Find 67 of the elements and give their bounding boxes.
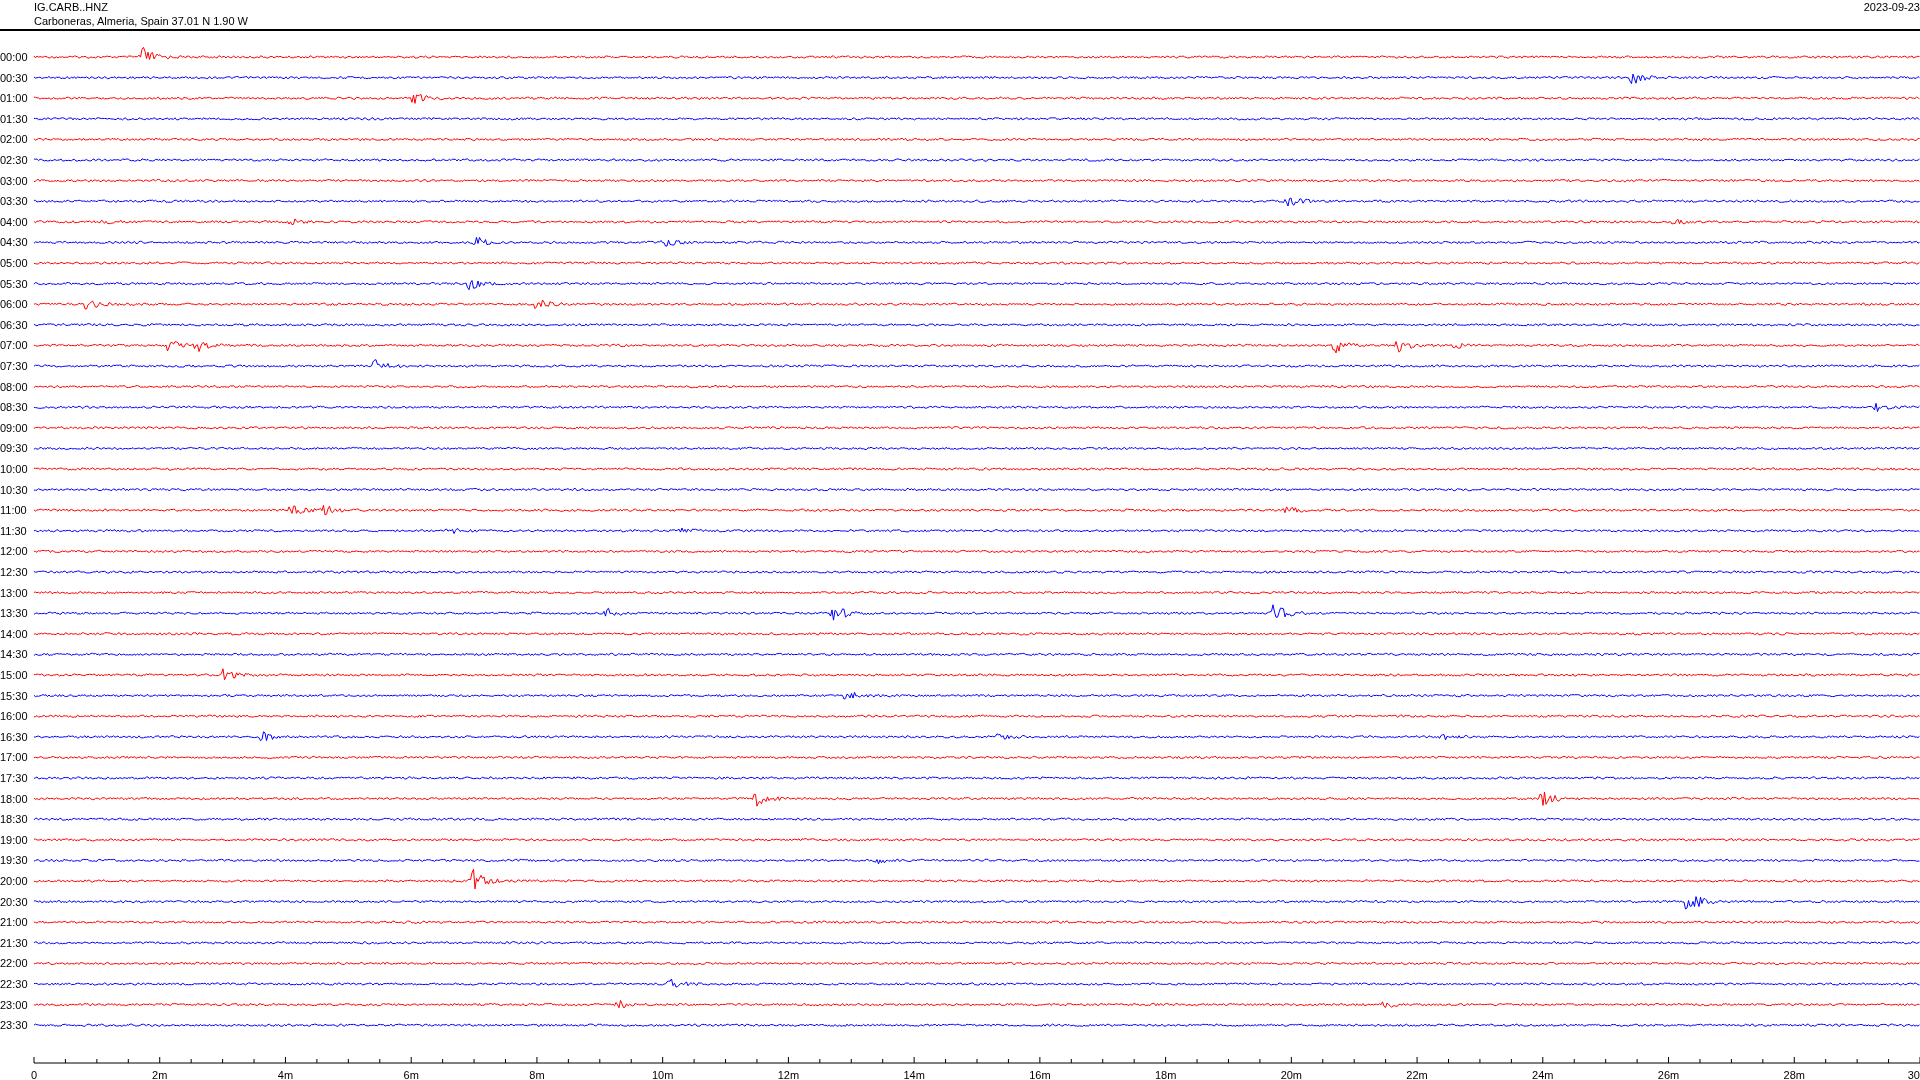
axis-label: 18m xyxy=(1154,1069,1177,1080)
time-label: 13:00 xyxy=(0,586,28,599)
axis-label: 6m xyxy=(403,1069,419,1080)
time-label: 12:00 xyxy=(0,545,28,558)
time-label: 22:00 xyxy=(0,957,28,970)
time-label: 05:30 xyxy=(0,277,28,290)
time-label: 20:30 xyxy=(0,895,28,908)
time-label: 15:30 xyxy=(0,689,28,702)
time-label: 11:00 xyxy=(0,504,27,517)
time-label: 15:00 xyxy=(0,669,28,681)
recording-date: 2023-09-23 xyxy=(1863,0,1920,15)
time-label: 05:00 xyxy=(0,257,28,269)
axis-label: 30 xyxy=(1907,1069,1920,1080)
time-label: 16:00 xyxy=(0,710,28,723)
time-label: 10:30 xyxy=(0,483,28,496)
time-label: 09:00 xyxy=(0,421,28,434)
time-label: 06:30 xyxy=(0,318,28,331)
axis-label: 10m xyxy=(651,1069,674,1080)
station-code: IG.CARB..HNZ xyxy=(34,0,109,14)
time-label: 09:30 xyxy=(0,442,28,455)
time-label: 19:30 xyxy=(0,854,28,867)
time-label: 14:00 xyxy=(0,627,28,640)
time-label: 07:30 xyxy=(0,360,28,372)
time-label: 10:00 xyxy=(0,463,28,475)
time-label: 06:00 xyxy=(0,298,28,311)
time-label: 01:30 xyxy=(0,112,28,125)
axis-label: 8m xyxy=(529,1069,545,1080)
station-location: Carboneras, Almeria, Spain 37.01 N 1.90 W xyxy=(34,14,248,28)
time-label: 19:00 xyxy=(0,833,28,846)
time-label: 11:30 xyxy=(0,524,27,537)
axis-label: 28m xyxy=(1783,1069,1805,1080)
time-label: 21:00 xyxy=(0,916,28,929)
time-label: 04:30 xyxy=(0,236,28,249)
time-label: 02:00 xyxy=(0,133,28,146)
axis-label: 26m xyxy=(1657,1069,1680,1080)
axis-label: 20m xyxy=(1280,1069,1303,1080)
time-label: 23:30 xyxy=(0,1019,28,1032)
axis-label: 4m xyxy=(277,1069,294,1080)
time-label: 22:30 xyxy=(0,978,28,990)
axis-label: 24m xyxy=(1532,1069,1554,1080)
time-label: 17:30 xyxy=(0,772,28,784)
time-label: 14:30 xyxy=(0,648,28,661)
axis-label: 14m xyxy=(903,1069,925,1080)
time-label: 03:30 xyxy=(0,195,28,208)
axis-label: 0 xyxy=(31,1069,38,1080)
time-label: 01:00 xyxy=(0,92,28,105)
time-label: 00:00 xyxy=(0,51,28,63)
axis-label: 16m xyxy=(1029,1069,1051,1080)
axis-label: 12m xyxy=(777,1069,800,1080)
time-label: 18:00 xyxy=(0,792,28,805)
time-label: 00:30 xyxy=(0,71,28,84)
time-label: 08:30 xyxy=(0,401,28,414)
time-label: 07:00 xyxy=(0,339,28,352)
time-label: 23:00 xyxy=(0,998,28,1011)
time-label: 16:30 xyxy=(0,730,28,743)
time-label: 21:30 xyxy=(0,936,28,949)
axis-label: 2m xyxy=(152,1069,168,1080)
time-label: 04:00 xyxy=(0,215,28,228)
time-label: 02:30 xyxy=(0,154,28,166)
time-label: 18:30 xyxy=(0,813,28,826)
time-label: 03:00 xyxy=(0,174,28,187)
time-label: 08:00 xyxy=(0,380,28,393)
axis-label: 22m xyxy=(1406,1069,1428,1080)
time-label: 17:00 xyxy=(0,751,28,764)
time-label: 20:00 xyxy=(0,875,28,887)
time-label: 13:30 xyxy=(0,607,28,620)
time-label: 12:30 xyxy=(0,566,28,578)
